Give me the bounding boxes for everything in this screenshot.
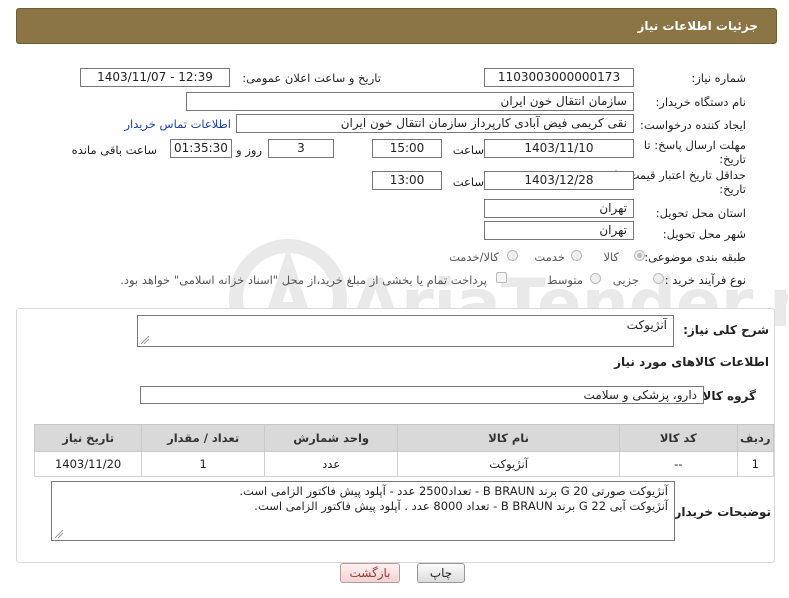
- back-button[interactable]: بازگشت: [340, 563, 400, 583]
- need-number-field: 1103003000000173: [484, 68, 634, 87]
- resize-grip-icon[interactable]: [141, 336, 149, 344]
- deadline-date-field: 1403/11/10: [484, 139, 634, 158]
- remaining-time-field: 01:35:30: [170, 139, 232, 158]
- summary-label: شرح کلی نیاز:: [683, 323, 769, 337]
- process-radio-medium[interactable]: [590, 273, 601, 284]
- page-title: جزئیات اطلاعات نیاز: [637, 19, 758, 33]
- goods-group-label: گروه کالا:: [697, 389, 756, 403]
- city-field: تهران: [484, 221, 634, 240]
- summary-textarea[interactable]: آنژیوکت: [137, 315, 674, 347]
- days-label: روز و: [236, 143, 262, 157]
- goods-info-title: اطلاعات کالاهای مورد نیاز: [614, 355, 769, 369]
- need-number-label: شماره نیاز:: [691, 71, 746, 85]
- category-option-service: خدمت: [534, 250, 565, 264]
- col-header-name: نام کالا: [397, 424, 620, 452]
- city-label: شهر محل تحویل:: [662, 227, 746, 241]
- summary-text: آنژیوکت: [626, 318, 667, 332]
- province-field: تهران: [484, 199, 634, 218]
- deadline-time-label: ساعت: [452, 143, 484, 157]
- cell-name: آنژیوکت: [397, 451, 620, 477]
- col-header-row-number: ردیف: [736, 424, 775, 452]
- buyer-notes-line-2: آنژیوکت آبی G 22 برند B BRAUN - تعداد 80…: [254, 499, 668, 513]
- province-label: استان محل تحویل:: [655, 206, 746, 220]
- buyer-notes-textarea[interactable]: آنژیوکت صورتی G 20 برند B BRAUN - تعداد2…: [51, 481, 675, 541]
- validity-time-label: ساعت: [452, 175, 484, 189]
- buyer-org-label: نام دستگاه خریدار:: [655, 95, 746, 109]
- treasury-payment-checkbox[interactable]: [496, 272, 507, 283]
- col-header-code: کد کالا: [618, 424, 738, 452]
- table-row: 1 -- آنژیوکت عدد 1 1403/11/20: [33, 451, 775, 477]
- cell-code: --: [618, 451, 738, 477]
- days-count-field: 3: [268, 139, 334, 158]
- category-radio-service[interactable]: [571, 250, 582, 261]
- treasury-payment-note: پرداخت تمام یا بخشی از مبلغ خرید،از محل …: [120, 273, 487, 287]
- category-option-goods: کالا: [603, 250, 619, 264]
- creator-label: ایجاد کننده درخواست:: [640, 118, 746, 132]
- col-header-unit: واحد شمارش: [264, 424, 399, 452]
- category-label: طبقه بندی موضوعی:: [644, 250, 746, 264]
- buyer-notes-label: توضیحات خریدار:: [669, 505, 771, 519]
- table-header-row: ردیف کد کالا نام کالا واحد شمارش تعداد /…: [33, 424, 775, 452]
- cell-row-number: 1: [736, 451, 775, 477]
- process-option-minor: جزیی: [612, 273, 639, 287]
- cell-need-date: 1403/11/20: [33, 451, 143, 477]
- process-label: نوع فرآیند خرید :: [664, 273, 746, 287]
- process-option-medium: متوسط: [546, 273, 583, 287]
- goods-group-field: دارو، پزشکی و سلامت: [140, 386, 704, 404]
- print-button[interactable]: چاپ: [417, 563, 465, 583]
- creator-field: نقی کریمی فیض آبادی کارپرداز سازمان انتق…: [236, 114, 634, 133]
- category-radio-goods-service[interactable]: [507, 250, 518, 261]
- page-header: جزئیات اطلاعات نیاز: [16, 8, 777, 44]
- deadline-time-field: 15:00: [372, 139, 442, 158]
- validity-date-field: 1403/12/28: [484, 171, 634, 190]
- deadline-label: مهلت ارسال پاسخ: تا: [643, 138, 746, 152]
- announce-date-label: تاریخ و ساعت اعلان عمومی:: [242, 71, 381, 85]
- validity-date-label: تاریخ:: [719, 182, 746, 196]
- remaining-label: ساعت باقی مانده: [71, 143, 157, 157]
- cell-unit: عدد: [264, 451, 399, 477]
- goods-table: ردیف کد کالا نام کالا واحد شمارش تعداد /…: [33, 424, 775, 477]
- buyer-contact-link[interactable]: اطلاعات تماس خریدار: [124, 117, 231, 131]
- resize-grip-icon[interactable]: [55, 530, 63, 538]
- announce-date-field: 1403/11/07 - 12:39: [80, 68, 230, 87]
- category-option-goods-service: کالا/خدمت: [448, 250, 499, 264]
- category-radio-goods[interactable]: [634, 250, 645, 261]
- cell-quantity: 1: [141, 451, 266, 477]
- validity-time-field: 13:00: [372, 171, 442, 190]
- buyer-org-field: سازمان انتقال خون ایران: [186, 92, 634, 111]
- validity-label: حداقل تاریخ اعتبار قیمت: تا: [614, 168, 746, 182]
- buyer-notes-line-1: آنژیوکت صورتی G 20 برند B BRAUN - تعداد2…: [239, 484, 668, 498]
- col-header-quantity: تعداد / مقدار: [141, 424, 266, 452]
- col-header-need-date: تاریخ نیاز: [33, 424, 143, 452]
- deadline-date-label: تاریخ:: [719, 152, 746, 166]
- process-radio-minor[interactable]: [653, 273, 664, 284]
